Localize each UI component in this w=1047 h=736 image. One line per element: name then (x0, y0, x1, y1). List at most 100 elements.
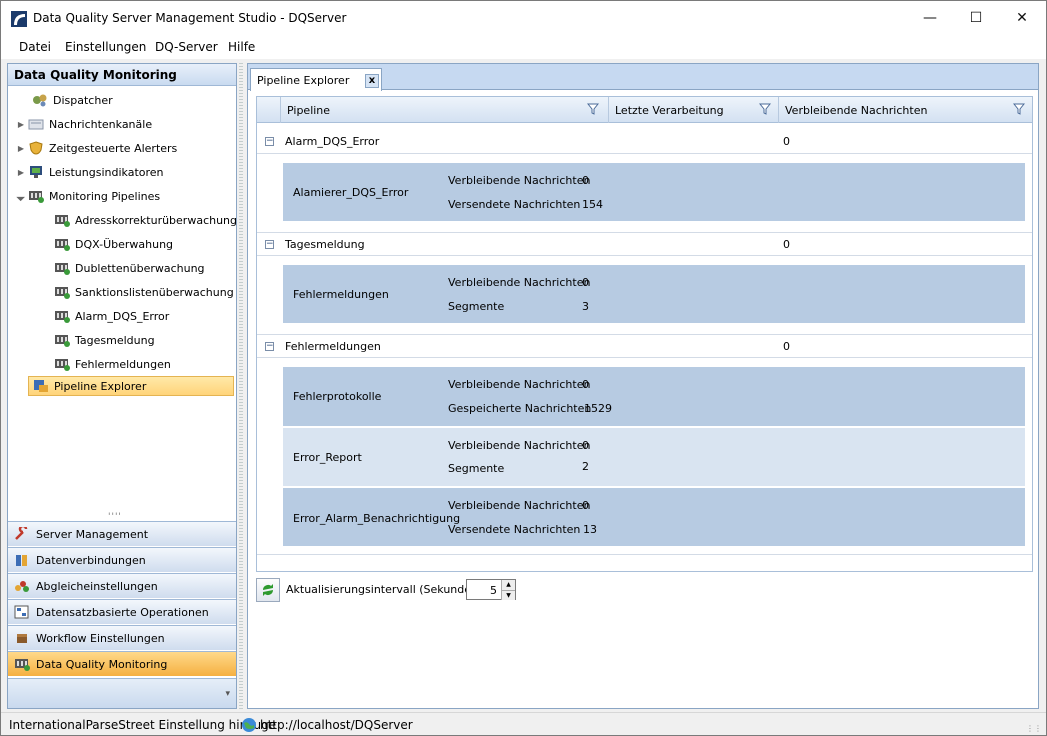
collapse-icon[interactable]: − (265, 137, 274, 146)
app-window: Data Quality Server Management Studio - … (0, 0, 1047, 736)
detail-name: Error_Alarm_Benachrichtigung (293, 512, 461, 525)
explorer-icon (34, 380, 48, 392)
menu-dq-server[interactable]: DQ-Server (155, 40, 218, 54)
menu-einstellungen[interactable]: Einstellungen (65, 40, 146, 54)
pipeline-icon (29, 191, 44, 203)
detail-label: Versendete Nachrichten (448, 198, 581, 211)
detail-value: 154 (582, 198, 603, 211)
detail-row[interactable]: Fehlerprotokolle Verbleibende Nachrichte… (283, 367, 1025, 426)
tree-item-dqx-ueberwahung[interactable]: DQX-Überwahung (54, 234, 173, 254)
refresh-icon (263, 584, 273, 596)
database-icon (16, 555, 27, 566)
group-row[interactable]: − Fehlermeldungen 0 (257, 334, 1032, 358)
filter-icon[interactable] (759, 103, 771, 115)
wrench-icon (15, 527, 28, 540)
interval-stepper[interactable]: 5 ▲ ▼ (466, 579, 516, 600)
detail-value: 0 (582, 499, 589, 512)
detail-row[interactable]: Fehlermeldungen Verbleibende Nachrichten… (283, 265, 1025, 323)
detail-label: Segmente (448, 300, 505, 313)
detail-label: Gespeicherte Nachrichten (448, 402, 592, 415)
collapse-arrow-icon[interactable]: ◢ (13, 188, 29, 204)
detail-label: Verbleibende Nachrichten (448, 276, 591, 289)
detail-row[interactable]: Error_Alarm_Benachrichtigung Verbleibend… (283, 488, 1025, 546)
pane-splitter[interactable] (239, 63, 243, 709)
tree-item-tagesmeldung[interactable]: Tagesmeldung (54, 330, 155, 350)
increment-icon[interactable]: ▲ (501, 580, 515, 590)
maximize-button[interactable]: ☐ (953, 1, 999, 35)
tab-strip: Pipeline Explorer x (248, 64, 1038, 91)
navigation-pane: Data Quality Monitoring Dispatcher ▶ Nac… (7, 63, 237, 709)
resize-grip-icon[interactable]: ⋮⋮ (1026, 724, 1042, 733)
status-message: InternationalParseStreet Einstellung hin… (9, 718, 277, 732)
nav-datenverbindungen[interactable]: Datenverbindungen (8, 547, 236, 572)
expand-arrow-icon[interactable]: ▶ (14, 120, 28, 129)
nav-abgleicheinstellungen[interactable]: Abgleicheinstellungen (8, 573, 236, 598)
nav-data-quality-monitoring[interactable]: Data Quality Monitoring (8, 651, 236, 676)
tree-item-alarm-dqs-error[interactable]: Alarm_DQS_Error (54, 306, 169, 326)
close-window-button[interactable]: ✕ (999, 1, 1045, 35)
detail-value: 1529 (584, 402, 612, 415)
tree-item-pipeline-explorer[interactable]: Pipeline Explorer (28, 376, 234, 396)
filter-icon[interactable] (1013, 103, 1025, 115)
interval-value[interactable]: 5 (490, 584, 497, 597)
detail-label: Segmente (448, 462, 505, 475)
detail-label: Verbleibende Nachrichten (448, 439, 591, 452)
tab-pipeline-explorer[interactable]: Pipeline Explorer x (250, 68, 382, 91)
interval-label: Aktualisierungsintervall (Sekunden): (286, 583, 486, 596)
menu-hilfe[interactable]: Hilfe (228, 40, 255, 54)
nav-datensatzbasierte-operationen[interactable]: Datensatzbasierte Operationen (8, 599, 236, 624)
detail-row[interactable]: Alamierer_DQS_Error Verbleibende Nachric… (283, 163, 1025, 221)
chevron-down-icon[interactable]: ▾ (225, 689, 230, 699)
group-name: Alarm_DQS_Error (285, 135, 380, 148)
pipeline-icon (55, 287, 70, 299)
records-icon (14, 605, 29, 619)
expand-arrow-icon[interactable]: ▶ (14, 168, 28, 177)
tree-item-dublettenueberwachung[interactable]: Dublettenüberwachung (54, 258, 205, 278)
grid-header: Pipeline Letzte Verarbeitung Verbleibend… (257, 97, 1032, 123)
refresh-button[interactable] (256, 578, 280, 602)
tree-item-leistungsindikatoren[interactable]: ▶ Leistungsindikatoren (14, 162, 164, 182)
nav-pane-title: Data Quality Monitoring (8, 64, 236, 86)
expand-arrow-icon[interactable]: ▶ (14, 144, 28, 153)
detail-name: Fehlermeldungen (293, 288, 389, 301)
pipeline-icon (55, 263, 70, 275)
minimize-button[interactable]: — (907, 1, 953, 35)
dispatcher-icon (33, 94, 47, 107)
detail-row[interactable]: Error_Report Verbleibende Nachrichten 0 … (283, 428, 1025, 486)
menu-bar: Datei Einstellungen DQ-Server Hilfe (1, 35, 1046, 59)
nav-server-management[interactable]: Server Management (8, 521, 236, 546)
detail-value: 13 (583, 523, 597, 536)
collapse-icon[interactable]: − (265, 342, 274, 351)
decrement-icon[interactable]: ▼ (501, 590, 515, 600)
group-remaining: 0 (783, 238, 790, 251)
column-letzte-verarbeitung[interactable]: Letzte Verarbeitung (608, 97, 778, 123)
tree-item-nachrichtenkanaele[interactable]: ▶ Nachrichtenkanäle (14, 114, 152, 134)
pipeline-icon (55, 215, 70, 227)
column-pipeline[interactable]: Pipeline (280, 97, 608, 123)
tree-item-adresskorrektur[interactable]: Adresskorrekturüberwachung (54, 210, 237, 230)
close-tab-icon[interactable]: x (365, 74, 379, 88)
tree-item-zeitgesteuerte-alerters[interactable]: ▶ Zeitgesteuerte Alerters (14, 138, 177, 158)
tree-item-sanktionslisten[interactable]: Sanktionslistenüberwachung (54, 282, 234, 302)
detail-name: Alamierer_DQS_Error (293, 186, 409, 199)
globe-icon (242, 718, 256, 732)
collapse-icon[interactable]: − (265, 240, 274, 249)
window-title: Data Quality Server Management Studio - … (33, 11, 347, 25)
tree-item-fehlermeldungen[interactable]: Fehlermeldungen (54, 354, 171, 374)
detail-name: Error_Report (293, 451, 362, 464)
tree-item-monitoring-pipelines[interactable]: ◢ Monitoring Pipelines (14, 186, 160, 206)
pipeline-icon (15, 659, 30, 671)
column-verbleibende-nachrichten[interactable]: Verbleibende Nachrichten (778, 97, 1032, 123)
group-row[interactable]: − Alarm_DQS_Error 0 (257, 130, 1032, 154)
filter-icon[interactable] (587, 103, 599, 115)
group-row[interactable]: − Tagesmeldung 0 (257, 232, 1032, 256)
shield-icon (29, 141, 43, 155)
group-remaining: 0 (783, 340, 790, 353)
menu-datei[interactable]: Datei (19, 40, 51, 54)
tree-item-dispatcher[interactable]: Dispatcher (18, 90, 113, 110)
detail-value: 0 (582, 174, 589, 187)
title-bar: Data Quality Server Management Studio - … (1, 1, 1046, 35)
nav-workflow-einstellungen[interactable]: Workflow Einstellungen (8, 625, 236, 650)
channels-icon (28, 119, 44, 130)
pipeline-icon (55, 311, 70, 323)
